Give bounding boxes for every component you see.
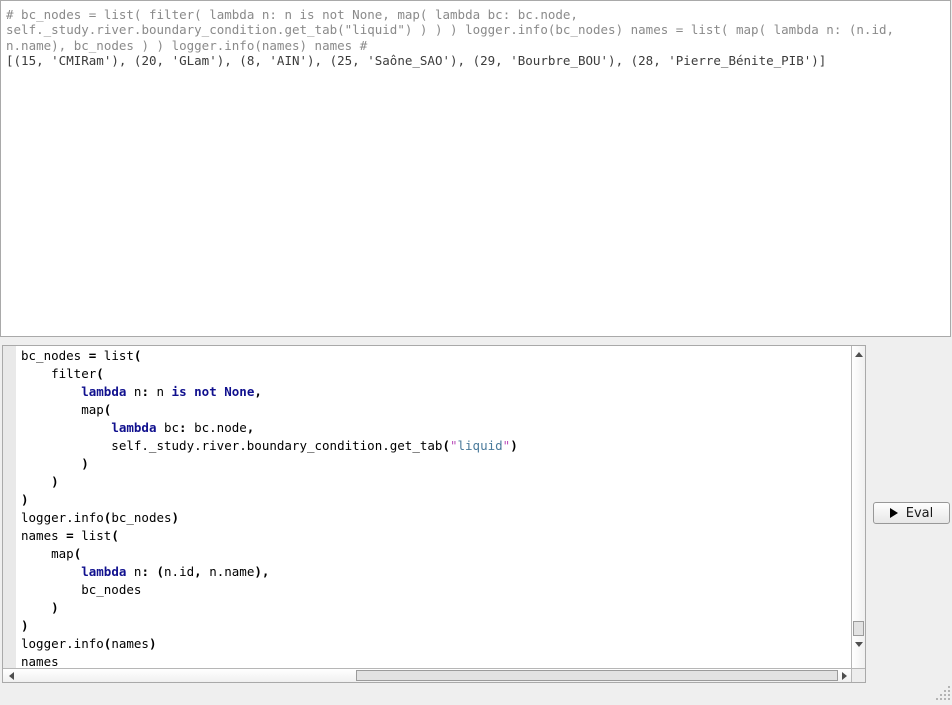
code-line: names [21,653,851,668]
code-line: bc_nodes = list( [21,347,851,365]
history-line: self._study.river.boundary_condition.get… [6,22,946,37]
scroll-up-button[interactable] [852,346,865,362]
history-line: n.name), bc_nodes ) ) logger.info(names)… [6,38,946,53]
code-line: filter( [21,365,851,383]
code-line: names = list( [21,527,851,545]
history-line: # bc_nodes = list( filter( lambda n: n i… [6,7,946,22]
scroll-left-button[interactable] [4,669,18,682]
code-line: ) [21,599,851,617]
code-line: lambda n: (n.id, n.name), [21,563,851,581]
code-line: ) [21,491,851,509]
code-line: ) [21,473,851,491]
play-icon [890,508,898,518]
horizontal-scrollbar[interactable] [3,668,851,682]
resize-grip-icon[interactable] [936,686,952,702]
code-line: bc_nodes [21,581,851,599]
scroll-right-button[interactable] [837,669,851,682]
code-line: ) [21,617,851,635]
code-line: self._study.river.boundary_condition.get… [21,437,851,455]
code-line: map( [21,401,851,419]
code-line: lambda n: n is not None, [21,383,851,401]
scrollbar-corner [851,668,865,682]
eval-button[interactable]: Eval [873,502,950,524]
horizontal-scroll-thumb[interactable] [356,670,838,681]
scroll-left-icon [9,672,14,680]
history-line: [(15, 'CMIRam'), (20, 'GLam'), (8, 'AIN'… [6,53,946,68]
history-log[interactable]: # bc_nodes = list( filter( lambda n: n i… [0,0,951,337]
vertical-scrollbar[interactable] [851,346,865,668]
vertical-scroll-thumb[interactable] [853,621,864,636]
code-line: ) [21,455,851,473]
code-editor: bc_nodes = list( filter( lambda n: n is … [2,345,866,683]
code-line: logger.info(bc_nodes) [21,509,851,527]
scroll-right-icon [842,672,847,680]
app-window: { "history_panel": { "lines": [ { "type"… [0,0,952,705]
code-line: logger.info(names) [21,635,851,653]
resize-grip-dots [948,686,950,688]
code-text-area[interactable]: bc_nodes = list( filter( lambda n: n is … [16,346,851,668]
code-line: lambda bc: bc.node, [21,419,851,437]
scroll-down-button[interactable] [852,636,865,652]
scroll-down-icon [855,642,863,647]
editor-margin [3,346,16,668]
eval-button-label: Eval [906,506,934,521]
scroll-up-icon [855,352,863,357]
code-line: map( [21,545,851,563]
